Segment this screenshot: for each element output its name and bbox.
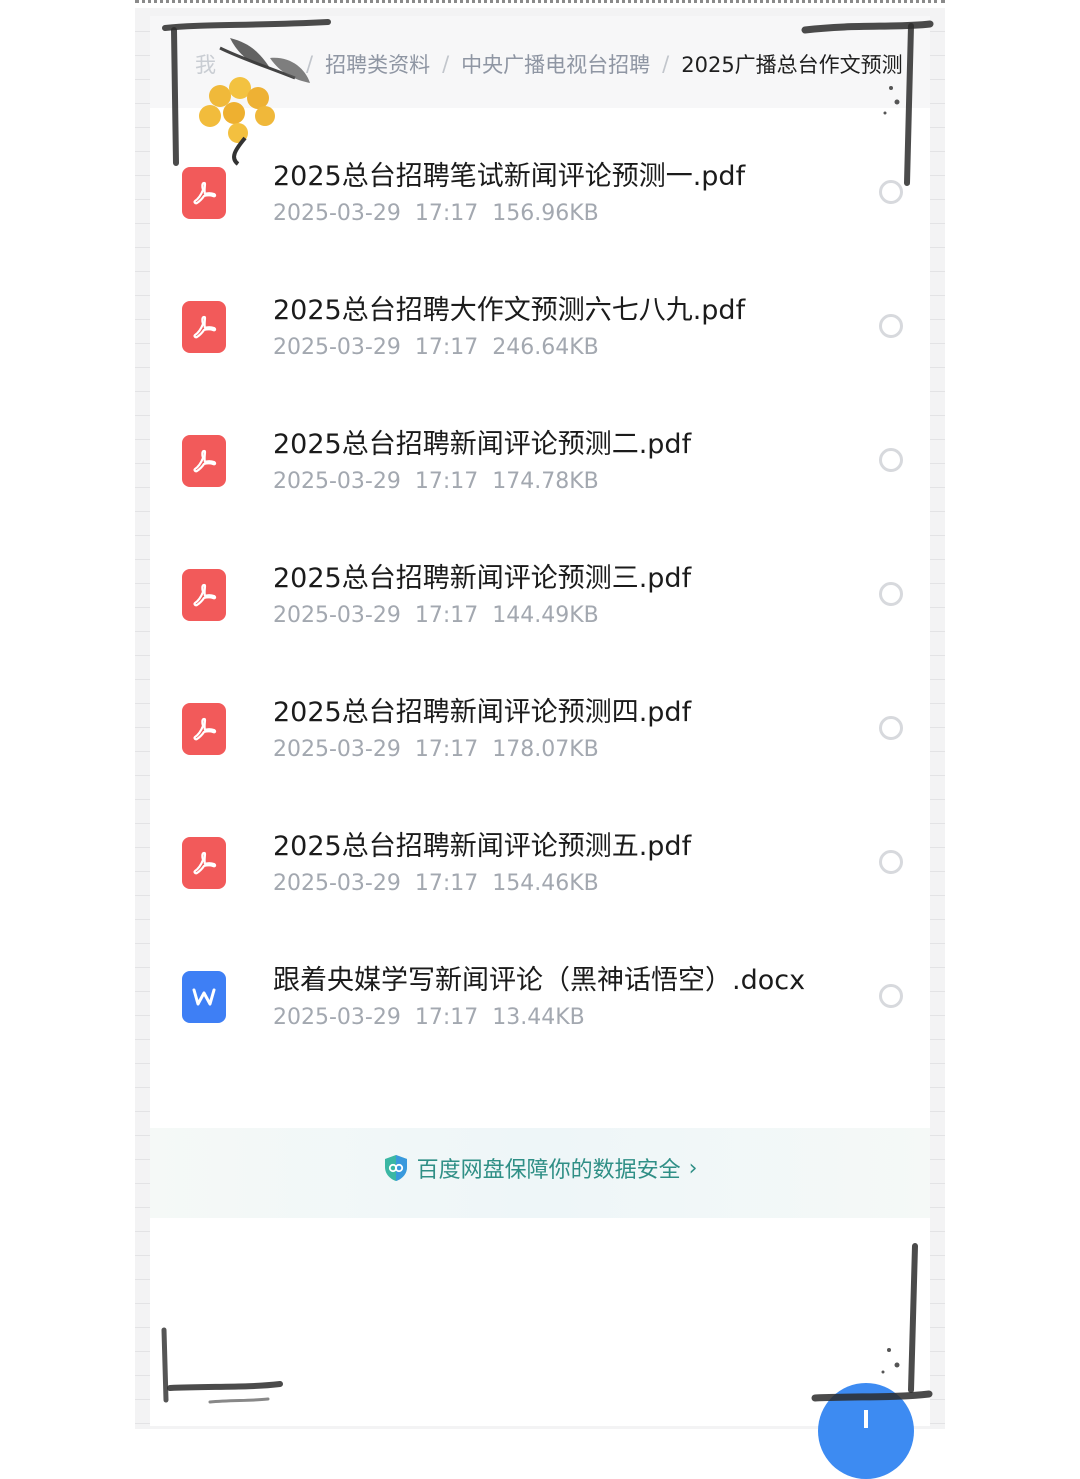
file-meta: 2025-03-29 17:17 246.64KB [273,335,613,360]
file-meta: 2025-03-29 17:17 144.49KB [273,603,613,628]
file-date: 2025-03-29 [273,469,401,494]
shield-icon [384,1155,407,1181]
file-size: 174.78KB [492,469,599,494]
pdf-file-icon [182,837,226,889]
file-name: 跟着央媒学写新闻评论（黑神话悟空）.docx [273,965,806,996]
file-date: 2025-03-29 [273,201,401,226]
file-name: 2025总台招聘新闻评论预测五.pdf [273,831,692,862]
loquat-branch-decoration [162,19,331,166]
select-checkbox[interactable] [879,314,903,338]
file-row-6[interactable]: 2025总台招聘新闻评论预测五.pdf 2025-03-29 17:17 154.4… [150,794,930,928]
chevron-right-icon: › [688,1155,698,1181]
pdf-file-icon [182,167,226,219]
pdf-file-icon [182,569,226,621]
breadcrumb-item-cctv-recruitment[interactable]: 中央广播电视台招聘 [461,49,650,79]
file-meta: 2025-03-29 17:17 13.44KB [273,1005,599,1030]
file-row-5[interactable]: 2025总台招聘新闻评论预测四.pdf 2025-03-29 17:17 178.0… [150,660,930,794]
file-row-2[interactable]: 2025总台招聘大作文预测六七八九.pdf 2025-03-29 17:17 246… [150,258,930,392]
word-file-icon [182,971,226,1023]
file-time: 17:17 [414,201,479,226]
file-meta: 2025-03-29 17:17 174.78KB [273,469,613,494]
breadcrumb-item-recruitment-materials[interactable]: 招聘类资料 [325,49,430,79]
file-time: 17:17 [414,335,479,360]
file-row-7[interactable]: 跟着央媒学写新闻评论（黑神话悟空）.docx 2025-03-29 17:17 13… [150,928,930,1062]
ink-brush-corner-top-right [801,20,934,186]
file-size: 156.96KB [492,201,599,226]
file-size: 246.64KB [492,335,599,360]
file-meta: 2025-03-29 17:17 154.46KB [273,871,613,896]
select-checkbox[interactable] [879,850,903,874]
pdf-file-icon [182,435,226,487]
file-row-4[interactable]: 2025总台招聘新闻评论预测三.pdf 2025-03-29 17:17 144.4… [150,526,930,660]
file-date: 2025-03-29 [273,737,401,762]
file-time: 17:17 [414,871,479,896]
file-date: 2025-03-29 [273,871,401,896]
select-checkbox[interactable] [879,716,903,740]
pdf-file-icon [182,703,226,755]
file-date: 2025-03-29 [273,603,401,628]
file-size: 144.49KB [492,603,599,628]
file-meta: 2025-03-29 17:17 178.07KB [273,737,613,762]
file-size: 13.44KB [492,1005,585,1030]
file-size: 178.07KB [492,737,599,762]
select-checkbox[interactable] [879,582,903,606]
file-time: 17:17 [414,469,479,494]
file-meta: 2025-03-29 17:17 156.96KB [273,201,613,226]
file-name: 2025总台招聘新闻评论预测三.pdf [273,563,692,594]
pdf-file-icon [182,301,226,353]
select-checkbox[interactable] [879,984,903,1008]
select-checkbox[interactable] [879,448,903,472]
file-time: 17:17 [414,1005,479,1030]
file-time: 17:17 [414,603,479,628]
security-notice-link[interactable]: 百度网盘保障你的数据安全 › [150,1152,930,1184]
file-name: 2025总台招聘新闻评论预测四.pdf [273,697,692,728]
file-size: 154.46KB [492,871,599,896]
file-row-3[interactable]: 2025总台招聘新闻评论预测二.pdf 2025-03-29 17:17 174.7… [150,392,930,526]
breadcrumb-separator: / [662,52,670,76]
file-name: 2025总台招聘新闻评论预测二.pdf [273,429,692,460]
breadcrumb-separator: / [442,52,450,76]
file-date: 2025-03-29 [273,1005,401,1030]
file-name: 2025总台招聘笔试新闻评论预测一.pdf [273,161,746,192]
ink-brush-corner-bottom-right [811,1243,933,1402]
file-date: 2025-03-29 [273,335,401,360]
file-time: 17:17 [414,737,479,762]
ink-brush-corner-bottom-left [161,1327,283,1404]
file-name: 2025总台招聘大作文预测六七八九.pdf [273,295,746,326]
security-notice-text: 百度网盘保障你的数据安全 [416,1158,681,1183]
